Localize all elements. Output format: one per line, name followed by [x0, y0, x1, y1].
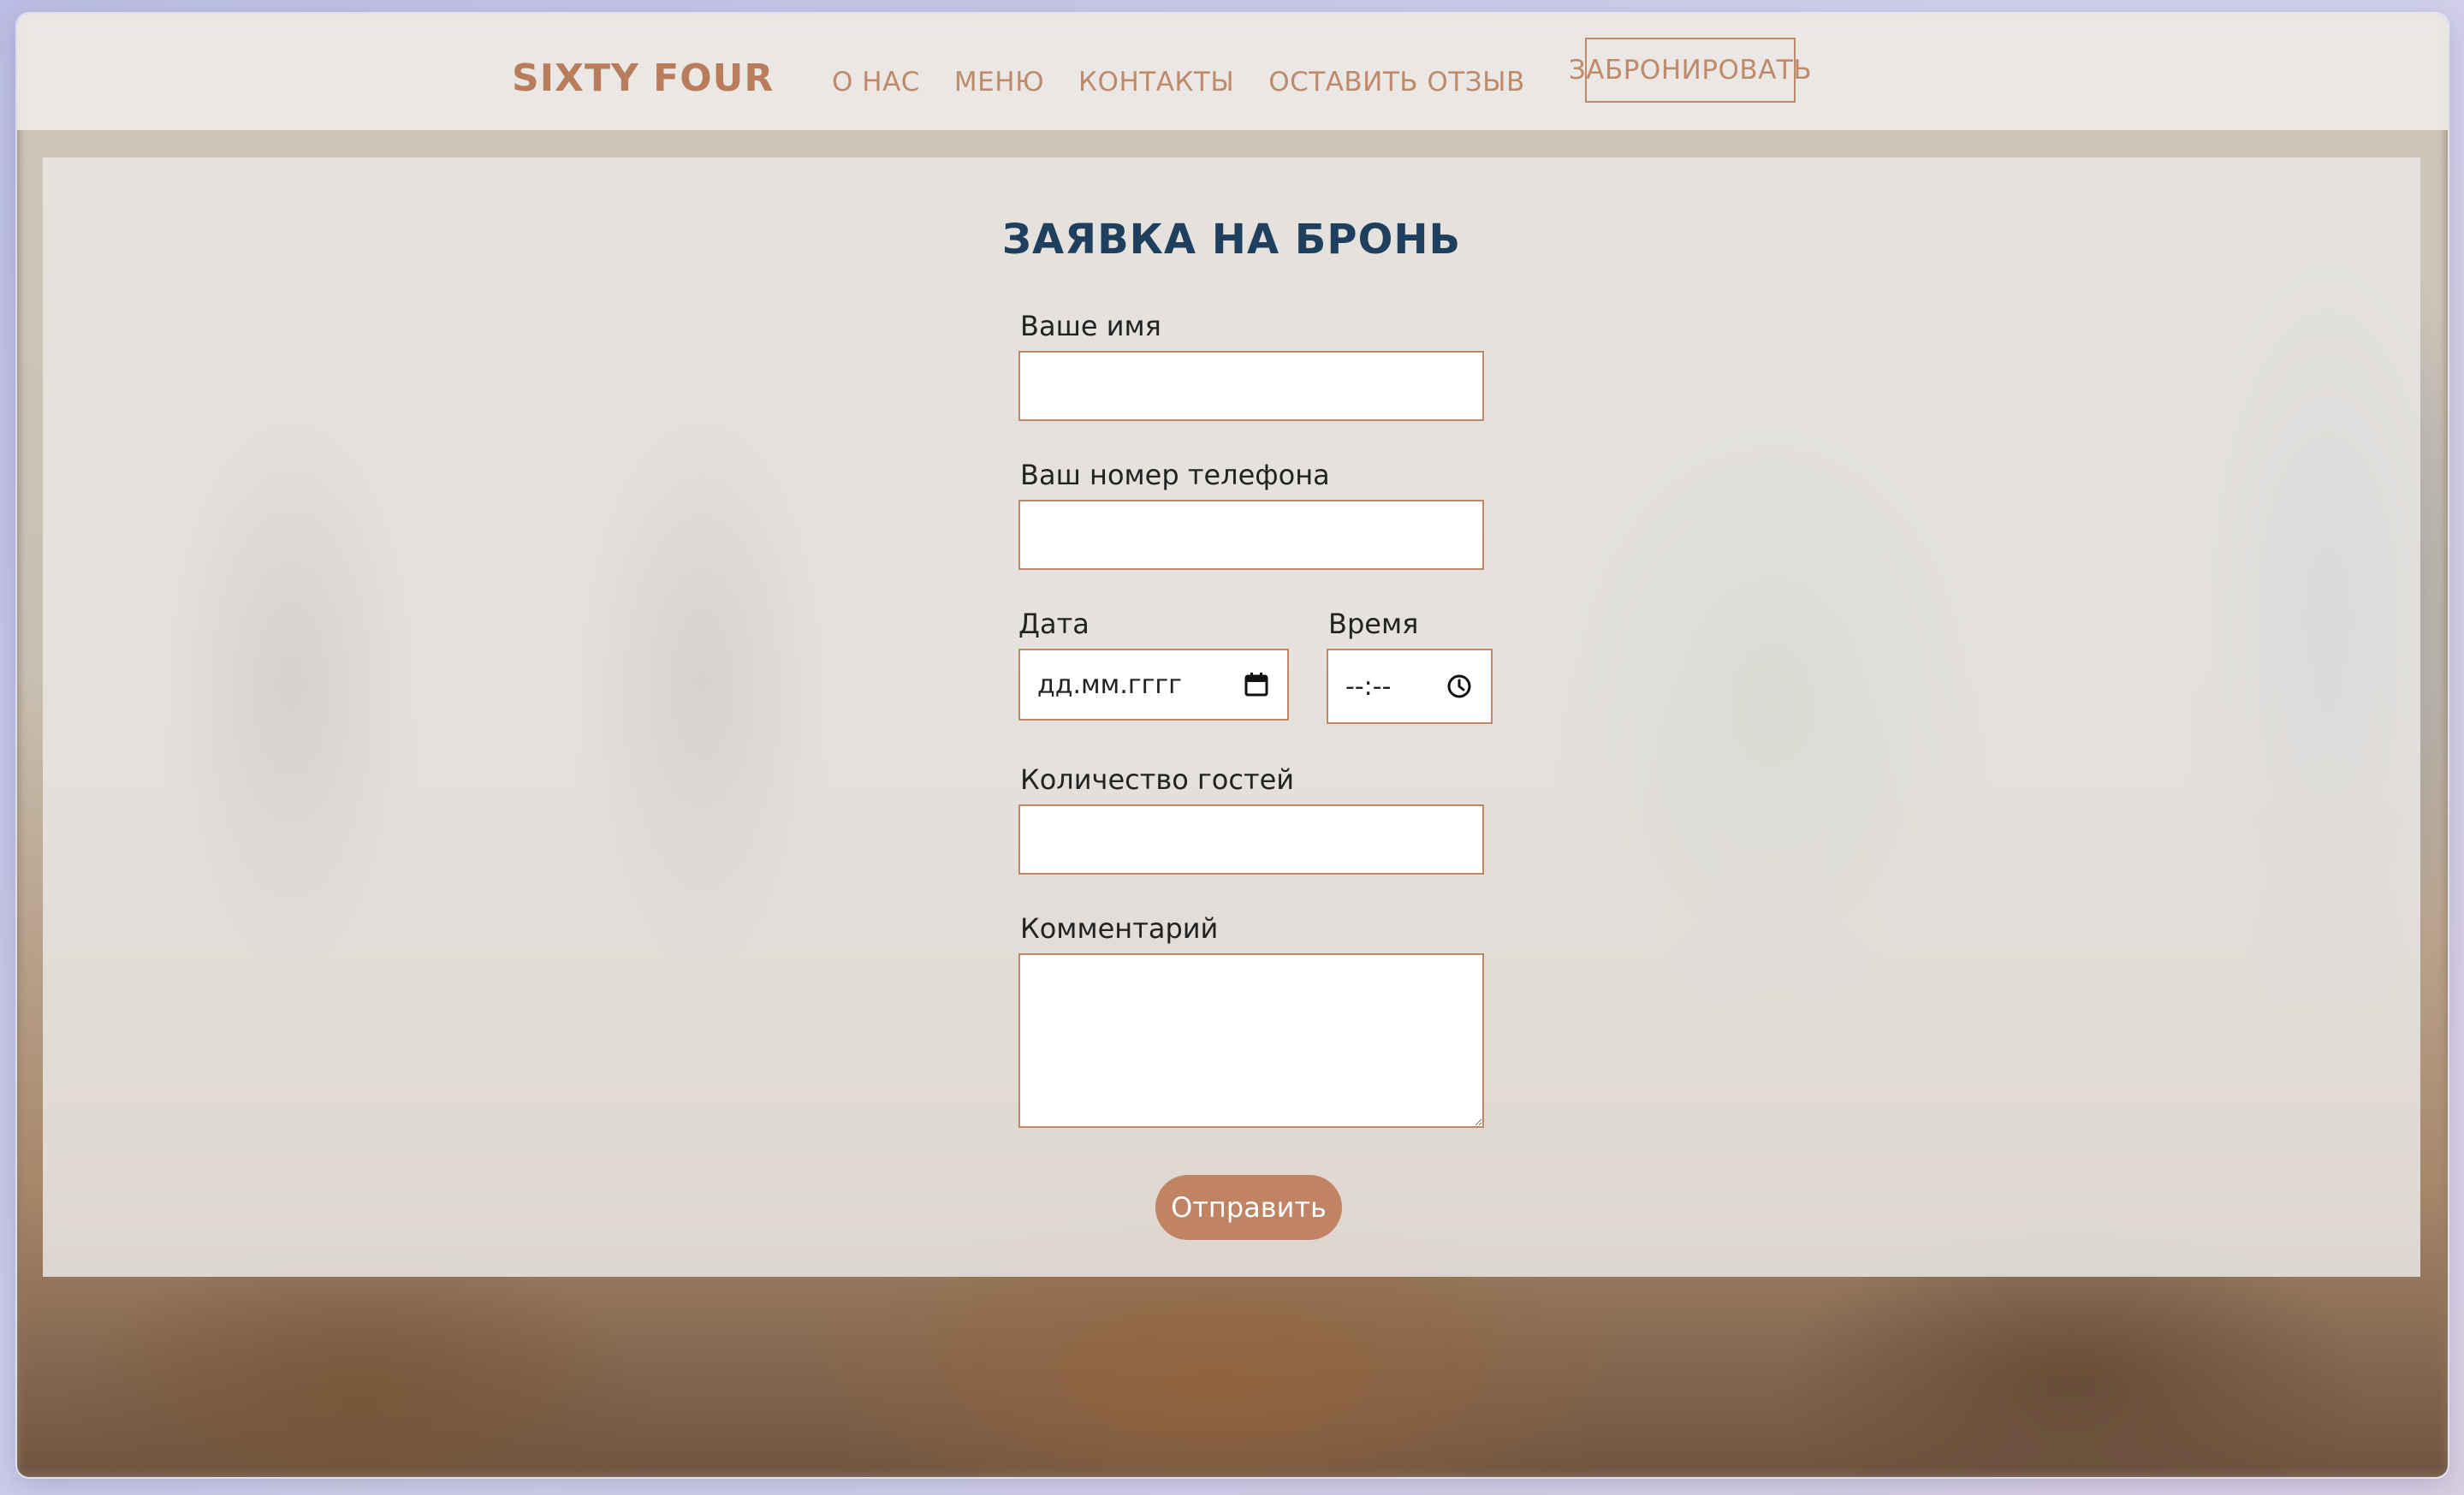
booking-form-panel: ЗАЯВКА НА БРОНЬ Ваше имя Ваш номер телеф… — [43, 157, 2420, 1277]
guests-label: Количество гостей — [1020, 763, 1295, 796]
name-label: Ваше имя — [1020, 310, 1161, 342]
nav-links: О НАС МЕНЮ КОНТАКТЫ ОСТАВИТЬ ОТЗЫВ — [832, 67, 1559, 98]
time-input[interactable]: --:-- — [1327, 649, 1493, 724]
nav-link-menu[interactable]: МЕНЮ — [954, 67, 1044, 98]
submit-button[interactable]: Отправить — [1155, 1175, 1342, 1240]
book-button[interactable]: ЗАБРОНИРОВАТЬ — [1569, 38, 1812, 103]
form-title: ЗАЯВКА НА БРОНЬ — [1001, 216, 1462, 264]
calendar-icon[interactable] — [1244, 672, 1268, 697]
comment-label: Комментарий — [1020, 912, 1219, 945]
comment-textarea[interactable] — [1018, 953, 1484, 1128]
nav-link-review[interactable]: ОСТАВИТЬ ОТЗЫВ — [1268, 67, 1525, 98]
date-label: Дата — [1018, 608, 1090, 640]
time-label: Время — [1328, 608, 1419, 640]
navbar: SIXTY FOUR О НАС МЕНЮ КОНТАКТЫ ОСТАВИТЬ … — [17, 14, 2448, 130]
date-placeholder: дд.мм.гггг — [1037, 669, 1182, 700]
guests-input[interactable] — [1018, 804, 1484, 875]
phone-input[interactable] — [1018, 500, 1484, 570]
browser-window: SIXTY FOUR О НАС МЕНЮ КОНТАКТЫ ОСТАВИТЬ … — [17, 14, 2448, 1477]
time-placeholder: --:-- — [1345, 671, 1392, 702]
nav-link-about[interactable]: О НАС — [832, 67, 920, 98]
phone-label: Ваш номер телефона — [1020, 459, 1330, 491]
nav-link-contacts[interactable]: КОНТАКТЫ — [1078, 67, 1234, 98]
name-input[interactable] — [1018, 351, 1484, 421]
clock-icon[interactable] — [1446, 673, 1472, 699]
date-input[interactable]: дд.мм.гггг — [1018, 649, 1289, 721]
brand-logo[interactable]: SIXTY FOUR — [512, 56, 774, 100]
